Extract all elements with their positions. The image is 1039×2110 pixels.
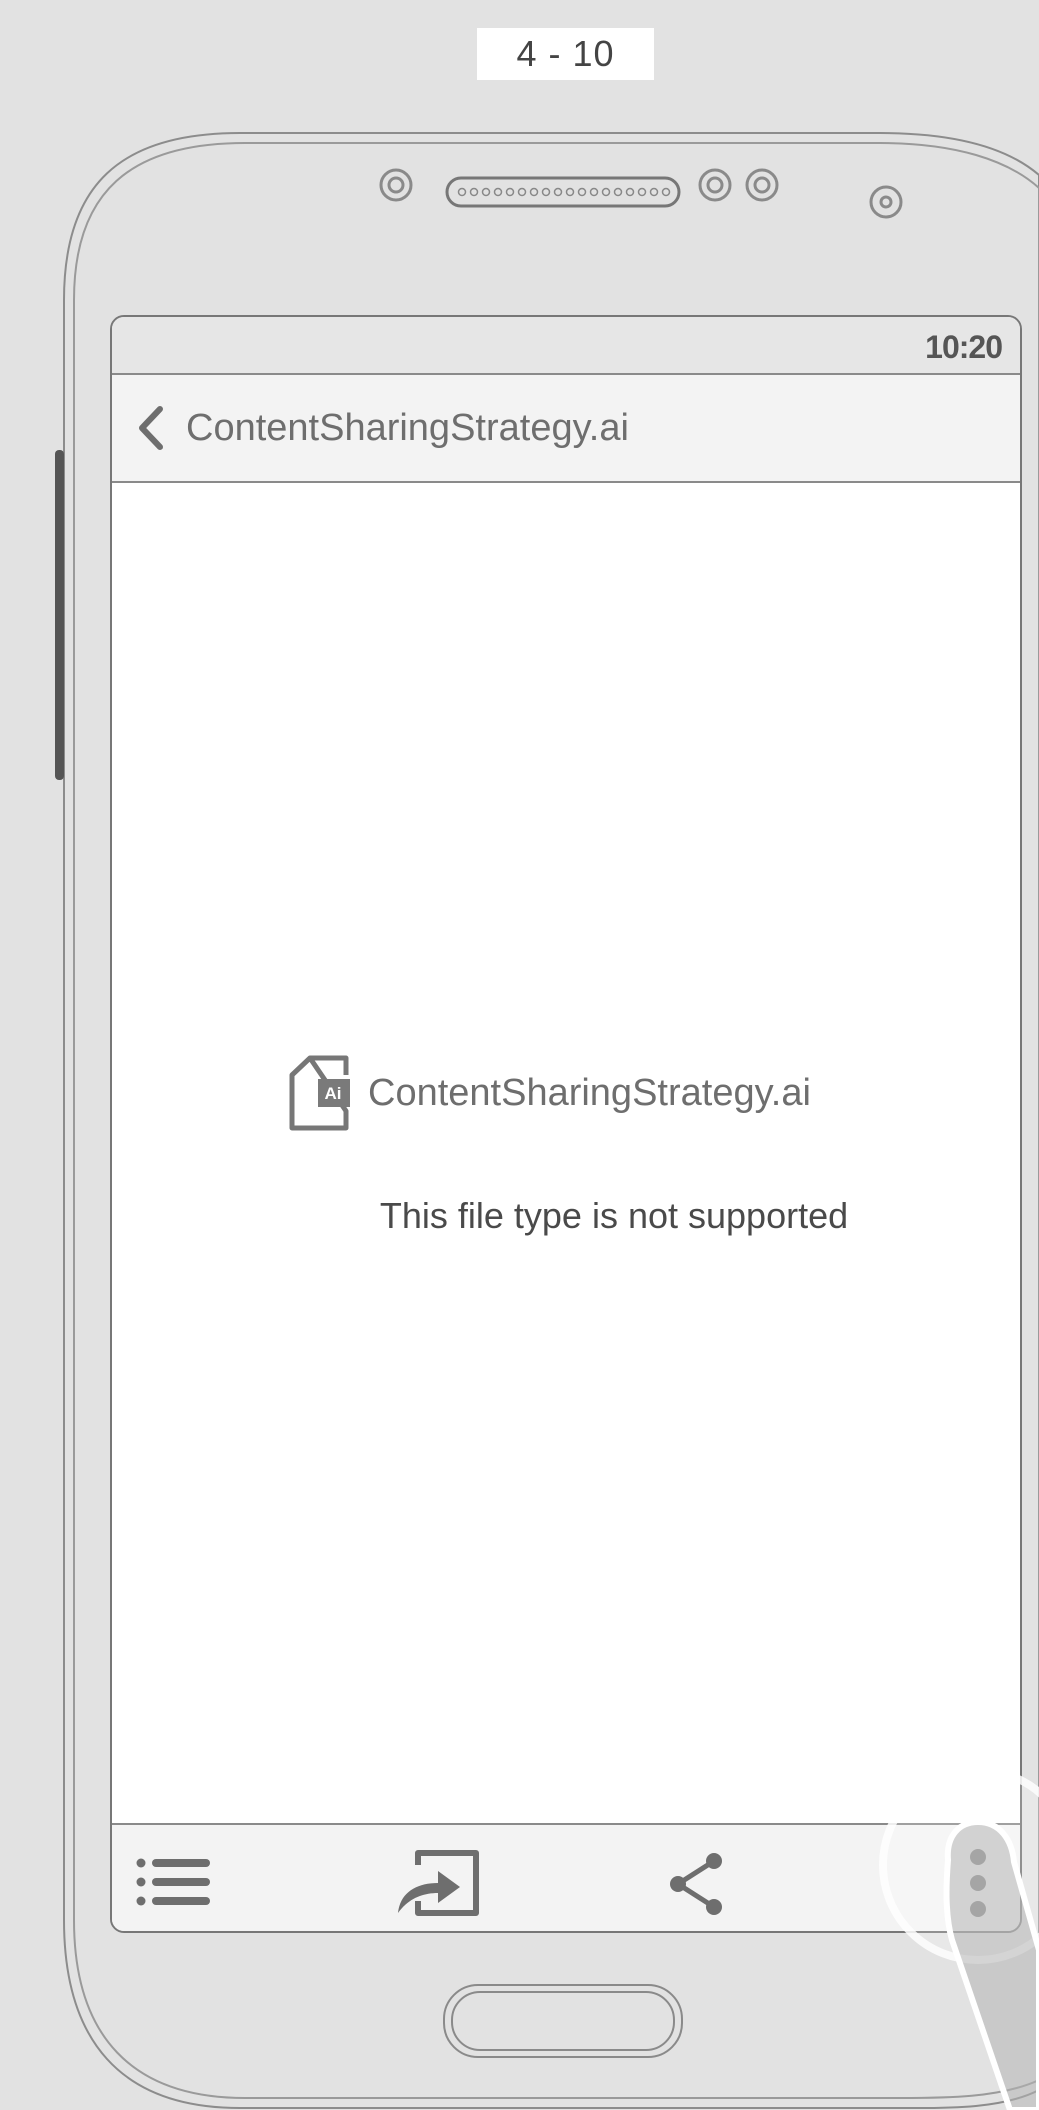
more-button[interactable] (958, 1843, 998, 1923)
status-time: 10:20 (925, 329, 1003, 365)
file-preview-area: Ai ContentSharingStrategy.ai This file t… (112, 483, 1020, 1823)
bottom-toolbar (112, 1823, 1020, 1931)
phone-screen: 10:20 ContentSharingStrategy.ai Ai Conte… (110, 315, 1022, 1933)
share-button[interactable] (664, 1851, 730, 1917)
unsupported-message: This file type is not supported (379, 1195, 849, 1236)
file-badge: Ai (325, 1084, 342, 1103)
file-name: ContentSharingStrategy.ai (368, 1071, 811, 1114)
list-button[interactable] (136, 1853, 212, 1911)
open-in-icon (398, 1850, 479, 1916)
chevron-left-icon (139, 406, 163, 450)
open-in-button[interactable] (394, 1847, 486, 1919)
file-info: Ai ContentSharingStrategy.ai (288, 1053, 811, 1133)
illustrator-file-icon: Ai (289, 1055, 350, 1131)
back-button[interactable] (130, 403, 172, 453)
app-bar: ContentSharingStrategy.ai (112, 375, 1020, 483)
more-vertical-icon (970, 1849, 986, 1917)
list-icon (136, 1858, 210, 1906)
share-icon (670, 1853, 722, 1915)
page-title: ContentSharingStrategy.ai (186, 407, 629, 449)
status-bar: 10:20 (112, 317, 1020, 375)
